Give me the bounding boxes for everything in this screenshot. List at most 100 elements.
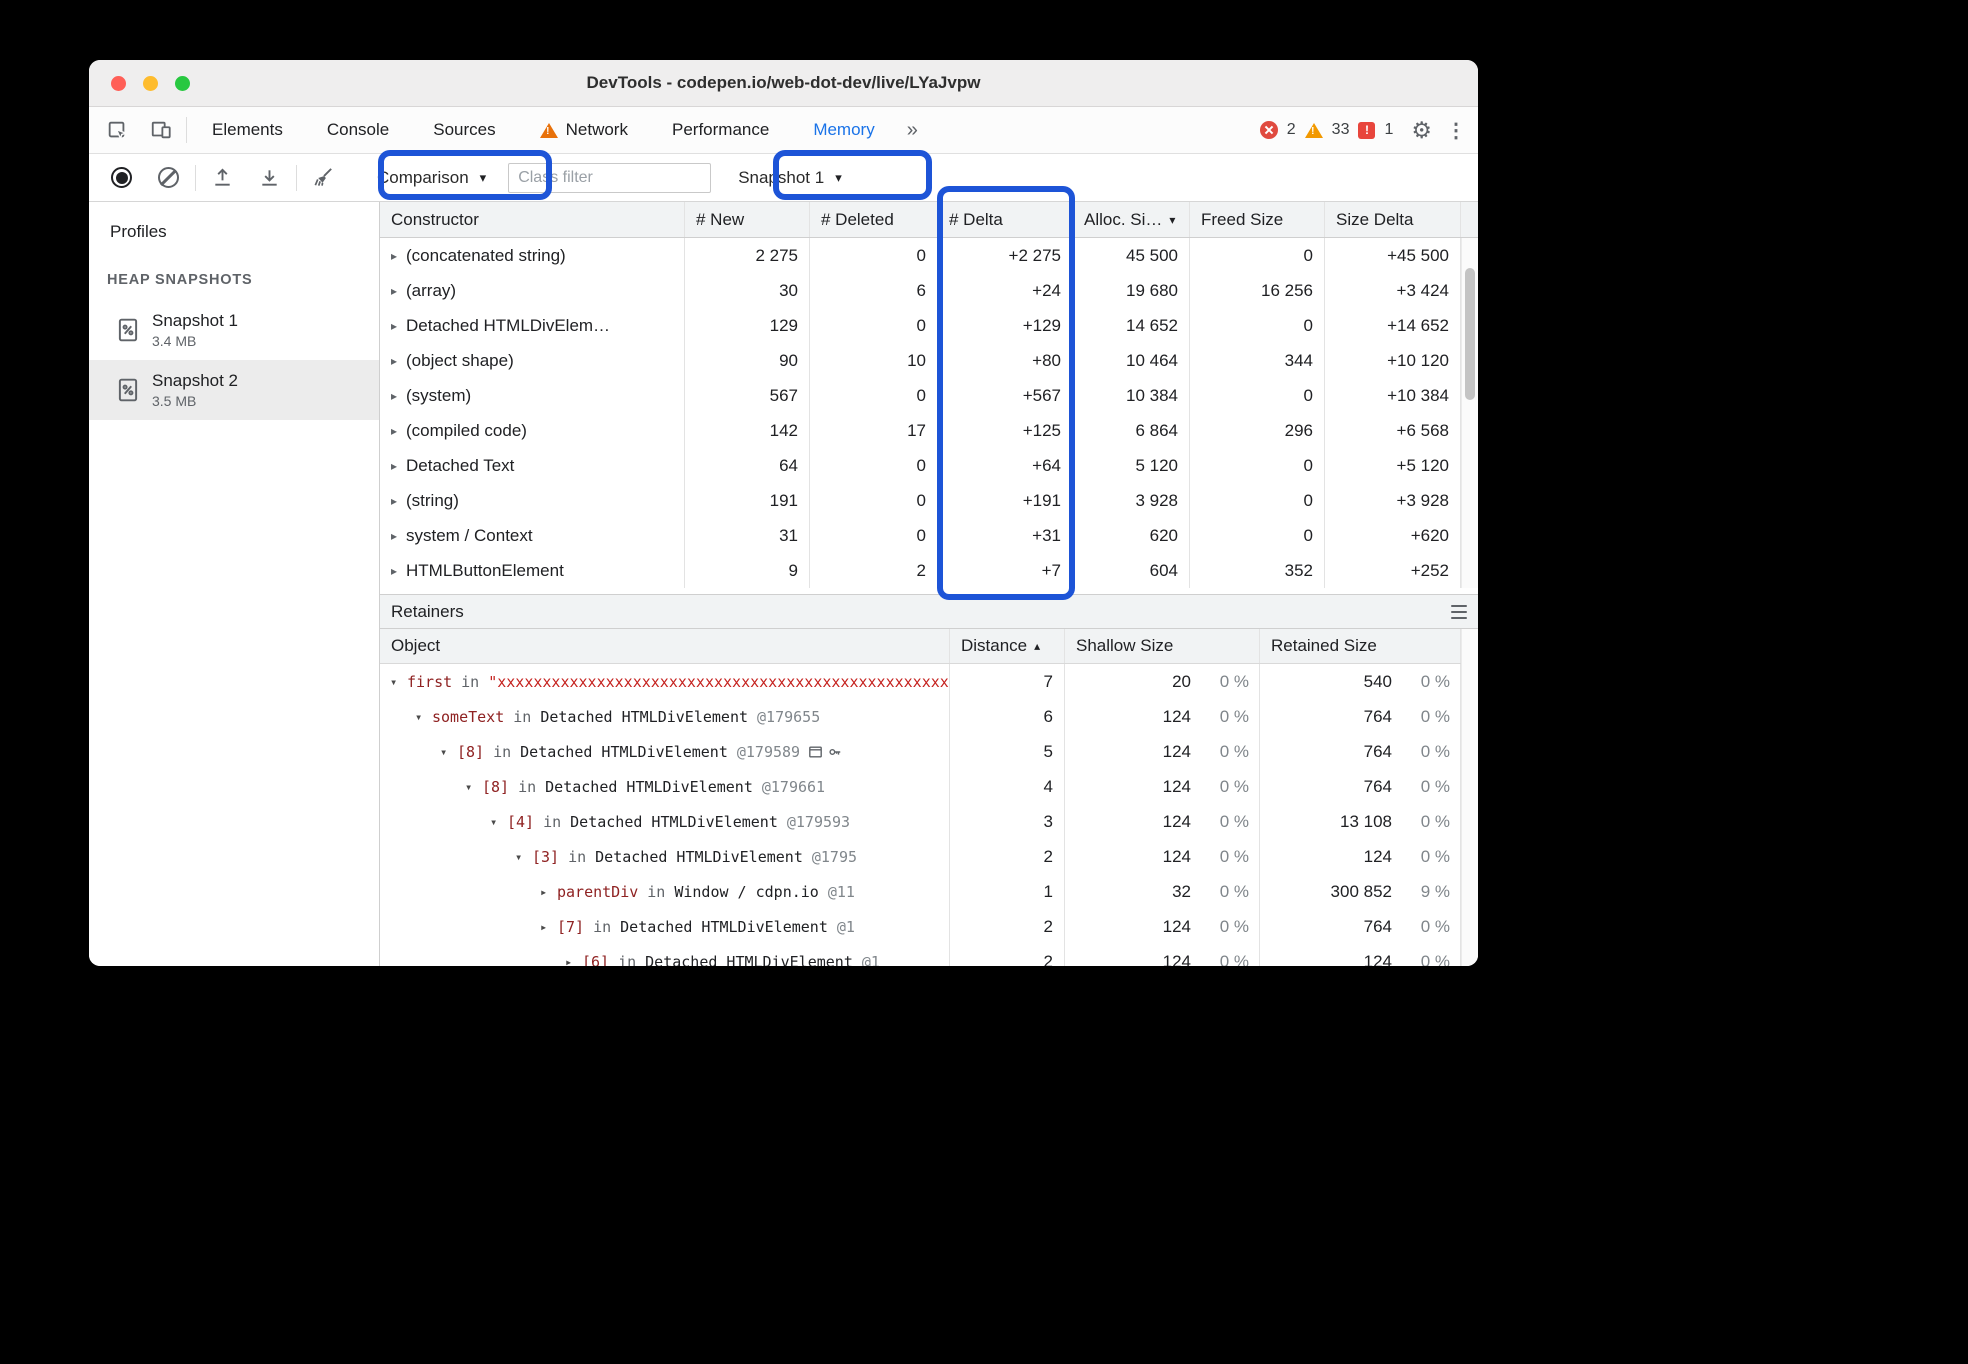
save-profile-button[interactable] [246, 166, 293, 189]
column-header-shallow-size[interactable]: Shallow Size [1065, 629, 1260, 663]
class-filter-input[interactable] [508, 162, 712, 193]
zoom-window-button[interactable] [175, 75, 190, 91]
sidebar-item-snapshot-1[interactable]: Snapshot 1 3.4 MB [89, 300, 379, 360]
expand-icon[interactable] [391, 459, 406, 473]
column-header-delta[interactable]: # Delta [938, 202, 1073, 237]
column-header-new[interactable]: # New [685, 202, 810, 237]
record-heap-snapshot-button[interactable] [98, 167, 145, 188]
object-id: @1 [836, 917, 855, 936]
object-name: Detached HTMLDivElement [545, 777, 753, 796]
clear-all-button[interactable] [300, 166, 347, 189]
scrollbar-thumb[interactable] [1465, 268, 1475, 400]
column-header-distance[interactable]: Distance ▴ [950, 629, 1065, 663]
customize-devtools-button[interactable]: ⋮ [1442, 107, 1478, 153]
warning-icon[interactable]: ! [1304, 122, 1323, 138]
toggle-device-toolbar-button[interactable] [139, 107, 183, 153]
table-row[interactable]: Detached HTMLDivElem… 129 0 +129 14 652 … [380, 308, 1478, 343]
tab-label: Elements [212, 120, 283, 139]
tab-sources[interactable]: Sources [411, 107, 517, 153]
retainer-row[interactable]: someText in Detached HTMLDivElement @179… [380, 699, 1478, 734]
window-title: DevTools - codepen.io/web-dot-dev/live/L… [586, 73, 981, 92]
issues-count[interactable]: 1 [1384, 121, 1393, 139]
distance-cell: 1 [950, 874, 1065, 909]
shallow-size-cell: 124 0 % [1065, 734, 1260, 769]
expand-icon[interactable] [540, 885, 557, 899]
collapse-icon[interactable] [440, 745, 457, 759]
retainer-row[interactable]: [8] in Detached HTMLDivElement @179589 5… [380, 734, 1478, 769]
collapse-icon[interactable] [490, 815, 507, 829]
edge-name: [8] [482, 777, 510, 796]
perspective-select[interactable]: Comparison ▾ [369, 154, 494, 201]
tab-network[interactable]: ! Network [518, 107, 650, 153]
collapse-icon[interactable] [390, 675, 407, 689]
object-id: @11 [827, 882, 855, 901]
key-icon[interactable] [828, 745, 842, 759]
retainer-row[interactable]: [6] in Detached HTMLDivElement @1 2 1240… [380, 944, 1478, 966]
expand-icon[interactable] [391, 494, 406, 508]
table-row[interactable]: (string) 191 0 +191 3 928 0 +3 928 [380, 483, 1478, 518]
error-icon[interactable] [1259, 121, 1278, 139]
expand-icon[interactable] [391, 284, 406, 298]
column-header-freed-size[interactable]: Freed Size [1190, 202, 1325, 237]
size-delta-cell: +14 652 [1325, 308, 1461, 343]
more-tabs-button[interactable]: » [897, 107, 928, 153]
retainers-title: Retainers [391, 601, 464, 621]
collapse-icon[interactable] [515, 850, 532, 864]
table-row[interactable]: (compiled code) 142 17 +125 6 864 296 +6… [380, 413, 1478, 448]
warning-count[interactable]: 33 [1332, 121, 1350, 139]
collapse-icon[interactable] [465, 780, 482, 794]
expand-icon[interactable] [391, 529, 406, 543]
expand-icon[interactable] [391, 319, 406, 333]
column-header-constructor[interactable]: Constructor [380, 202, 685, 237]
tab-elements[interactable]: Elements [190, 107, 305, 153]
tab-performance[interactable]: Performance [650, 107, 791, 153]
minimize-window-button[interactable] [143, 75, 158, 91]
expand-icon[interactable] [391, 354, 406, 368]
load-profile-button[interactable] [199, 166, 246, 189]
tab-memory[interactable]: Memory [791, 107, 896, 153]
expand-icon[interactable] [391, 424, 406, 438]
in-label: in [518, 777, 537, 796]
close-window-button[interactable] [111, 75, 126, 91]
retainer-row[interactable]: first in "xxxxxxxxxxxxxxxxxxxxxxxxxxxxxx… [380, 664, 1478, 699]
size-delta-cell: +10 120 [1325, 343, 1461, 378]
object-name: Detached HTMLDivElement [645, 952, 853, 967]
error-count[interactable]: 2 [1287, 121, 1296, 139]
expand-icon[interactable] [391, 564, 406, 578]
table-row[interactable]: (system) 567 0 +567 10 384 0 +10 384 [380, 378, 1478, 413]
retainer-row[interactable]: [7] in Detached HTMLDivElement @1 2 1240… [380, 909, 1478, 944]
expand-icon[interactable] [391, 389, 406, 403]
table-row[interactable]: (concatenated string) 2 275 0 +2 275 45 … [380, 238, 1478, 273]
column-header-size-delta[interactable]: Size Delta [1325, 202, 1461, 237]
issues-icon[interactable]: ! [1358, 121, 1376, 139]
freed-size-cell: 0 [1190, 308, 1325, 343]
column-header-alloc-size[interactable]: Alloc. Si… ▾ [1073, 202, 1190, 237]
table-row[interactable]: system / Context 31 0 +31 620 0 +620 [380, 518, 1478, 553]
column-header-deleted[interactable]: # Deleted [810, 202, 938, 237]
hamburger-menu-icon[interactable] [1451, 605, 1467, 619]
retained-size-cell: 300 852 9 % [1260, 874, 1461, 909]
table-row[interactable]: HTMLButtonElement 9 2 +7 604 352 +252 [380, 553, 1478, 588]
tab-console[interactable]: Console [305, 107, 411, 153]
constructor-name: system / Context [406, 525, 533, 545]
table-row[interactable]: (object shape) 90 10 +80 10 464 344 +10 … [380, 343, 1478, 378]
retainer-row[interactable]: [3] in Detached HTMLDivElement @1795 2 1… [380, 839, 1478, 874]
retainer-row[interactable]: [8] in Detached HTMLDivElement @179661 4… [380, 769, 1478, 804]
sidebar-item-snapshot-2[interactable]: Snapshot 2 3.5 MB [89, 360, 379, 420]
column-header-retained-size[interactable]: Retained Size [1260, 629, 1461, 663]
table-row[interactable]: (array) 30 6 +24 19 680 16 256 +3 424 [380, 273, 1478, 308]
base-snapshot-select[interactable]: Snapshot 1 ▾ [730, 154, 850, 201]
object-cell: [4] in Detached HTMLDivElement @179593 [380, 804, 950, 839]
settings-button[interactable]: ⚙ [1401, 107, 1442, 153]
column-header-object[interactable]: Object [380, 629, 950, 663]
frame-icon[interactable] [808, 745, 823, 759]
expand-icon[interactable] [540, 920, 557, 934]
inspect-element-button[interactable] [95, 107, 139, 153]
retainer-row[interactable]: [4] in Detached HTMLDivElement @179593 3… [380, 804, 1478, 839]
table-row[interactable]: Detached Text 64 0 +64 5 120 0 +5 120 [380, 448, 1478, 483]
retainer-row[interactable]: parentDiv in Window / cdpn.io @11 1 320 … [380, 874, 1478, 909]
expand-icon[interactable] [565, 955, 582, 967]
clear-profiles-button[interactable] [145, 167, 192, 188]
collapse-icon[interactable] [415, 710, 432, 724]
expand-icon[interactable] [391, 249, 406, 263]
